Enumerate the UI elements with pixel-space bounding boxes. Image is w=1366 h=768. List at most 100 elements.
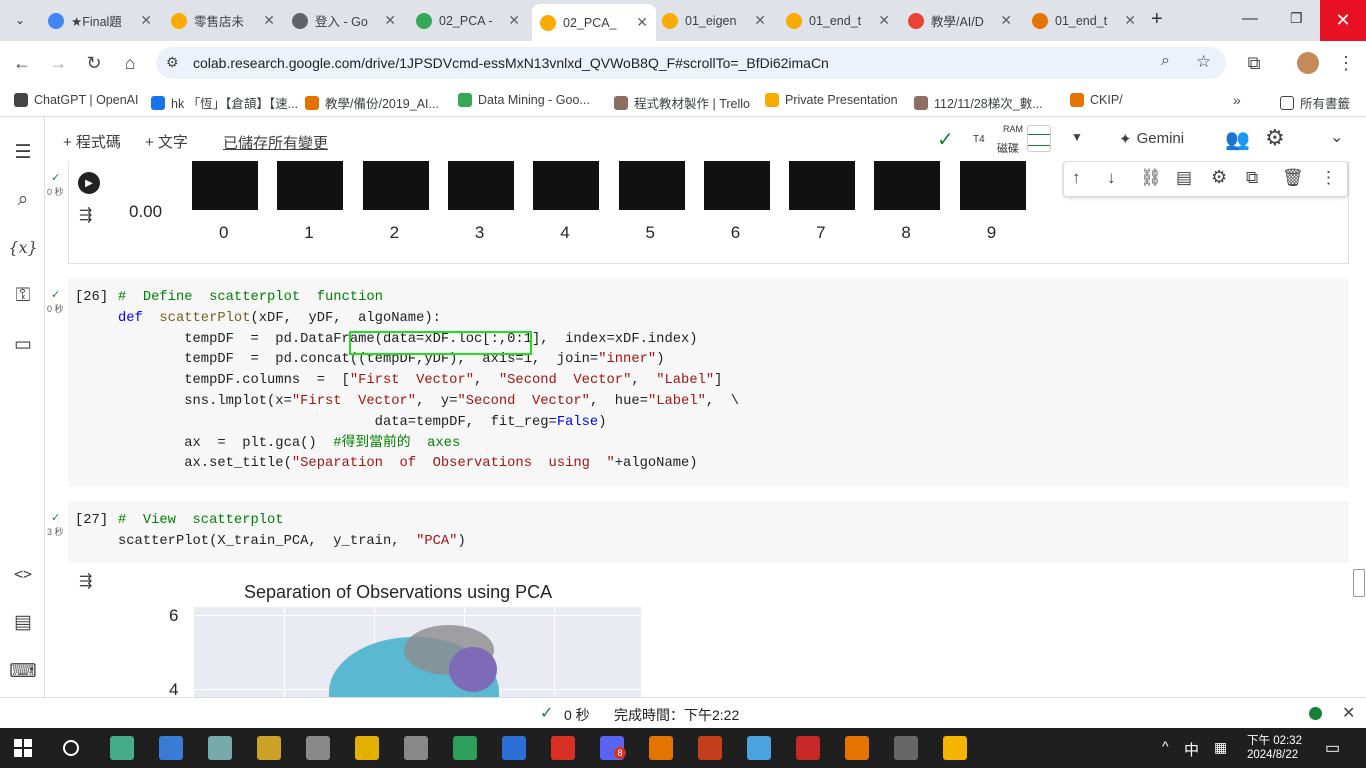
resource-meter[interactable] xyxy=(1027,125,1051,152)
ime-mode-icon[interactable]: ▦ xyxy=(1214,739,1227,756)
zoom-icon[interactable]: ⌕ xyxy=(1161,52,1170,70)
command-palette-icon[interactable]: ▤ xyxy=(10,609,36,635)
notebook-scrollbar[interactable] xyxy=(1353,569,1365,597)
settings-gear-icon[interactable]: ⚙ xyxy=(1265,125,1285,151)
cell-settings-icon[interactable]: ⚙ xyxy=(1211,167,1227,188)
address-bar[interactable]: ⚙ colab.research.google.com/drive/1JPSDV… xyxy=(156,47,1226,79)
tab-close-icon[interactable]: ✕ xyxy=(636,14,648,31)
windows-start-icon[interactable] xyxy=(14,739,32,757)
tab-close-icon[interactable]: ✕ xyxy=(508,12,520,29)
taskbar-app-icon[interactable] xyxy=(845,736,869,760)
tab-search-button[interactable]: ⌄ xyxy=(8,8,32,32)
collapse-header-icon[interactable]: ⌄ xyxy=(1330,127,1343,147)
extensions-icon[interactable]: ⧉ xyxy=(1242,51,1266,75)
taskbar-app-icon[interactable] xyxy=(355,736,379,760)
reload-icon[interactable]: ↻ xyxy=(82,51,106,75)
new-tab-button[interactable]: + xyxy=(1151,8,1163,31)
bookmark-item[interactable]: 112/11/28梯次_數... xyxy=(914,93,1043,112)
code-editor[interactable]: # Define scatterplot function def scatte… xyxy=(118,288,739,475)
all-bookmarks[interactable]: 所有書籤 xyxy=(1280,93,1350,112)
tab-3[interactable]: 登入 - Go ✕ xyxy=(284,6,404,35)
table-of-contents-icon[interactable]: ☰ xyxy=(10,139,36,165)
tab-close-icon[interactable]: ✕ xyxy=(384,12,396,29)
minimize-button[interactable]: — xyxy=(1242,10,1258,28)
files-folder-icon[interactable]: ▭ xyxy=(10,331,36,357)
home-icon[interactable]: ⌂ xyxy=(118,51,142,75)
bookmark-item[interactable]: CKIP/ xyxy=(1070,93,1123,107)
search-circle-icon[interactable] xyxy=(63,740,79,756)
taskbar-app-icon[interactable] xyxy=(257,736,281,760)
bookmark-item[interactable]: Data Mining - Goo... xyxy=(458,93,590,107)
run-cell-button[interactable]: ▶ xyxy=(78,172,100,194)
share-people-icon[interactable]: 👥 xyxy=(1225,127,1250,152)
forward-icon[interactable]: → xyxy=(46,51,70,75)
code-editor[interactable]: # View scatterplot scatterPlot(X_train_P… xyxy=(118,511,466,553)
taskbar-app-icon[interactable] xyxy=(649,736,673,760)
taskbar-app-icon[interactable] xyxy=(551,736,575,760)
clock-time[interactable]: 下午 02:32 xyxy=(1247,732,1302,748)
taskbar-app-icon[interactable] xyxy=(796,736,820,760)
tab-8[interactable]: 教學/AI/D ✕ xyxy=(900,6,1020,35)
search-icon[interactable]: ⌕ xyxy=(10,187,36,213)
browser-menu-icon[interactable]: ⋮ xyxy=(1334,51,1358,75)
tab-close-icon[interactable]: ✕ xyxy=(878,12,890,29)
tab-close-icon[interactable]: ✕ xyxy=(263,12,275,29)
close-status-icon[interactable]: ✕ xyxy=(1342,703,1355,723)
tab-9[interactable]: 01_end_t ✕ xyxy=(1024,6,1144,35)
code-cell-26[interactable]: [26] # Define scatterplot function def s… xyxy=(68,278,1349,487)
bookmark-item[interactable]: hk 「恆」【倉頡】【速... xyxy=(151,93,298,112)
move-up-icon[interactable]: ↑ xyxy=(1072,168,1081,188)
bookmark-item[interactable]: 程式教材製作 | Trello xyxy=(614,93,750,112)
add-text-button[interactable]: + 文字 xyxy=(145,131,188,152)
tab-4[interactable]: 02_PCA - ✕ xyxy=(408,6,528,35)
output-actions-icon[interactable]: ⇶ xyxy=(79,205,92,225)
tab-7[interactable]: 01_end_t ✕ xyxy=(778,6,898,35)
tray-chevron-icon[interactable]: ^ xyxy=(1162,738,1169,754)
tab-5[interactable]: 02_PCA_ ✕ xyxy=(532,4,656,41)
ime-indicator[interactable]: 中 xyxy=(1184,739,1199,760)
mirror-cell-icon[interactable]: ⧉ xyxy=(1246,168,1258,188)
tab-close-icon[interactable]: ✕ xyxy=(754,12,766,29)
taskbar-app-icon[interactable] xyxy=(159,736,183,760)
bookmark-item[interactable]: 教學/備份/2019_AI... xyxy=(305,93,439,112)
back-icon[interactable]: ← xyxy=(10,51,34,75)
tab-close-icon[interactable]: ✕ xyxy=(140,12,152,29)
comment-icon[interactable]: ▤ xyxy=(1176,168,1192,188)
runtime-dropdown-icon[interactable]: ▼ xyxy=(1071,130,1083,144)
site-info-icon[interactable]: ⚙ xyxy=(166,54,179,71)
taskbar-app-icon[interactable] xyxy=(453,736,477,760)
link-icon[interactable]: ⛓ xyxy=(1140,168,1162,188)
close-window-button[interactable]: ✕ xyxy=(1320,0,1366,41)
taskbar-app-icon[interactable] xyxy=(894,736,918,760)
secrets-key-icon[interactable]: ⚿ xyxy=(10,283,36,309)
taskbar-app-icon[interactable] xyxy=(404,736,428,760)
add-code-button[interactable]: + 程式碼 xyxy=(63,131,121,152)
restore-button[interactable]: ❐ xyxy=(1290,10,1303,27)
taskbar-app-icon[interactable] xyxy=(208,736,232,760)
bookmark-item[interactable]: Private Presentation xyxy=(765,93,898,107)
avatar[interactable] xyxy=(1297,52,1319,74)
code-cell-27[interactable]: [27] # View scatterplot scatterPlot(X_tr… xyxy=(68,501,1349,563)
bookmark-star-icon[interactable]: ☆ xyxy=(1196,52,1211,72)
delete-icon[interactable]: 🗑 xyxy=(1282,168,1304,188)
taskbar-app-icon[interactable] xyxy=(698,736,722,760)
tab-1[interactable]: ★Final題 ✕ xyxy=(40,6,160,35)
taskbar-app-icon[interactable] xyxy=(747,736,771,760)
action-center-icon[interactable]: ▭ xyxy=(1325,738,1340,758)
more-actions-icon[interactable]: ⋮ xyxy=(1320,168,1337,188)
save-status[interactable]: 已儲存所有變更 xyxy=(223,132,328,153)
taskbar-app-icon[interactable] xyxy=(110,736,134,760)
tab-close-icon[interactable]: ✕ xyxy=(1000,12,1012,29)
more-bookmarks-icon[interactable]: » xyxy=(1233,92,1241,108)
tab-6[interactable]: 01_eigen ✕ xyxy=(654,6,774,35)
taskbar-app-icon[interactable] xyxy=(306,736,330,760)
tab-2[interactable]: 零售店未 ✕ xyxy=(163,6,283,35)
terminal-icon[interactable]: ⌨ xyxy=(9,658,36,684)
code-snippets-icon[interactable]: <> xyxy=(10,561,36,587)
output-actions-icon[interactable]: ⇶ xyxy=(79,571,92,591)
bookmark-item[interactable]: ChatGPT | OpenAI xyxy=(14,93,138,107)
move-down-icon[interactable]: ↓ xyxy=(1107,168,1116,188)
clock-date[interactable]: 2024/8/22 xyxy=(1247,749,1298,761)
taskbar-app-icon[interactable] xyxy=(943,736,967,760)
variables-icon[interactable]: {x} xyxy=(8,234,37,260)
